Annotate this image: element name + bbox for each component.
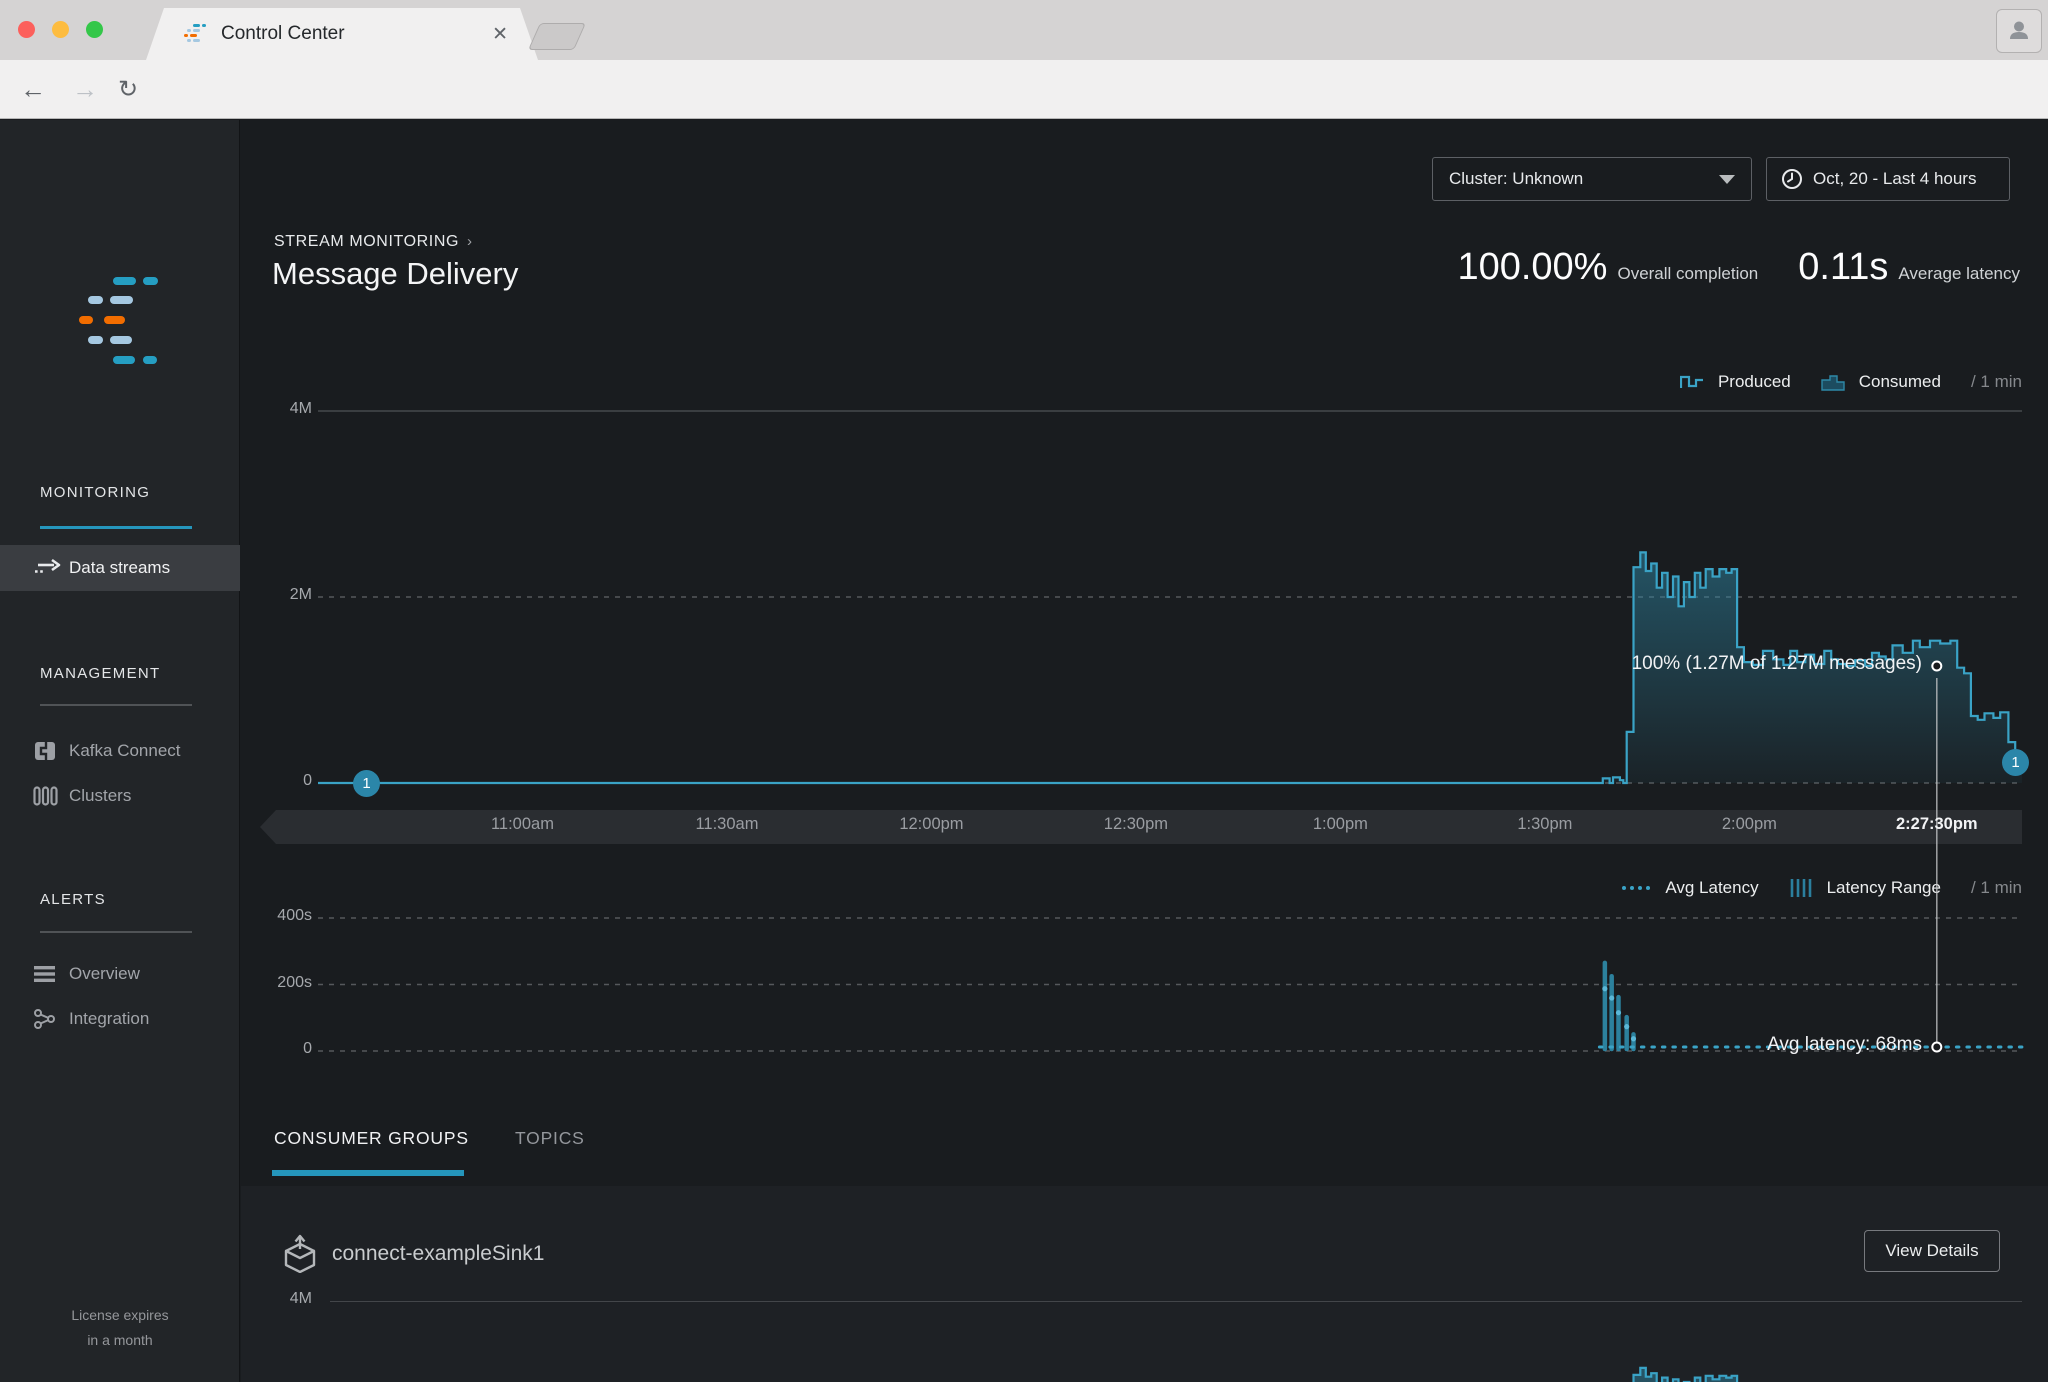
sidebar-item-label: Overview [69, 964, 140, 984]
sidebar: MONITORING Data streams MANAGEMENT Kafk [0, 120, 240, 1382]
sink-box-icon [281, 1233, 319, 1273]
average-latency-stat: 0.11s Average latency [1798, 246, 2020, 289]
sidebar-item-clusters[interactable]: Clusters [0, 775, 240, 817]
avg-latency-legend-icon [1621, 882, 1651, 894]
favicon-control-center [184, 22, 208, 46]
summary-stats: 100.00% Overall completion 0.11s Average… [1457, 246, 2020, 289]
latency-range-legend-icon [1789, 878, 1813, 898]
legend-latency-range-label: Latency Range [1827, 878, 1941, 898]
window-close-button[interactable] [18, 21, 35, 38]
view-details-button[interactable]: View Details [1864, 1230, 2000, 1272]
back-button[interactable]: ← [20, 74, 46, 105]
date-range-button[interactable]: Oct, 20 - Last 4 hours [1766, 157, 2010, 201]
new-tab-button[interactable] [528, 23, 586, 50]
sidebar-item-data-streams[interactable]: Data streams [0, 545, 240, 591]
browser-tab[interactable]: Control Center ✕ [146, 8, 538, 60]
browser-toolbar: ← → ↻ ⓘ localhost:3000/monitoring/consum… [0, 60, 2048, 119]
consumer-groups-section-background [241, 1186, 2048, 1382]
sidebar-item-overview[interactable]: Overview [0, 953, 240, 995]
section-header-alerts: ALERTS [40, 891, 106, 908]
management-rule [40, 704, 192, 706]
alert-marker-badge[interactable]: 1 [353, 770, 380, 797]
person-icon [2006, 18, 2032, 44]
page-title: Message Delivery [272, 256, 518, 292]
cluster-selector-label: Cluster: Unknown [1449, 169, 1583, 189]
throughput-legend: Produced Consumed / 1 min [1680, 372, 2022, 392]
screen: Control Center ✕ ← → ↻ ⓘ localhost:3000/… [0, 0, 2048, 1382]
tab-title: Control Center [221, 23, 492, 45]
legend-interval: / 1 min [1971, 372, 2022, 392]
mini-chart-gridline [330, 1301, 2022, 1302]
sidebar-item-integration[interactable]: Integration [0, 998, 240, 1040]
window-minimize-button[interactable] [52, 21, 69, 38]
sidebar-item-kafka-connect[interactable]: Kafka Connect [0, 730, 240, 772]
throughput-annotation: 100% (1.27M of 1.27M messages) [1632, 653, 1922, 675]
forward-button[interactable]: → [72, 74, 98, 105]
legend-avg-latency-label: Avg Latency [1665, 878, 1758, 898]
browser-titlebar: Control Center ✕ [0, 0, 2048, 60]
alert-marker-badge[interactable]: 1 [2002, 749, 2029, 776]
breadcrumb-chevron-icon: › [467, 233, 473, 250]
cluster-selector-dropdown[interactable]: Cluster: Unknown [1432, 157, 1752, 201]
tab-consumer-groups[interactable]: CONSUMER GROUPS [274, 1128, 469, 1149]
latency-annotation: Avg latency: 68ms [1767, 1034, 1922, 1056]
list-icon [33, 965, 63, 983]
sidebar-item-label: Data streams [69, 558, 170, 578]
control-center-logo [70, 273, 170, 368]
monitoring-rule [40, 526, 192, 529]
time-axis-band[interactable] [260, 810, 2022, 844]
browser-profile-button[interactable] [1996, 9, 2042, 53]
legend-interval: / 1 min [1971, 878, 2022, 898]
sidebar-item-label: Kafka Connect [69, 741, 181, 761]
section-header-monitoring: MONITORING [40, 484, 150, 501]
produced-legend-icon [1680, 373, 1704, 391]
window-zoom-button[interactable] [86, 21, 103, 38]
section-header-management: MANAGEMENT [40, 665, 161, 682]
legend-produced-label: Produced [1718, 372, 1791, 392]
consumer-group-name[interactable]: connect-exampleSink1 [332, 1242, 544, 1266]
reload-button[interactable]: ↻ [118, 75, 138, 104]
latency-legend: Avg Latency Latency Range / 1 min [1621, 878, 2022, 898]
alerts-rule [40, 931, 192, 933]
active-tab-underline [272, 1170, 464, 1176]
clock-icon [1781, 168, 1803, 190]
data-streams-icon [33, 558, 63, 578]
license-notice: License expires in a month [0, 1303, 240, 1353]
overall-completion-stat: 100.00% Overall completion [1457, 246, 1758, 289]
sidebar-item-label: Integration [69, 1009, 149, 1029]
legend-consumed-label: Consumed [1859, 372, 1941, 392]
breadcrumb[interactable]: STREAM MONITORING› [274, 233, 473, 251]
tab-close-icon[interactable]: ✕ [492, 25, 508, 44]
integration-icon [33, 1008, 63, 1030]
tab-topics[interactable]: TOPICS [515, 1128, 585, 1149]
date-range-label: Oct, 20 - Last 4 hours [1813, 169, 1976, 189]
consumed-legend-icon [1821, 373, 1845, 391]
sidebar-item-label: Clusters [69, 786, 131, 806]
clusters-icon [33, 786, 63, 806]
chevron-down-icon [1719, 175, 1735, 184]
kafka-connect-icon [33, 740, 63, 762]
